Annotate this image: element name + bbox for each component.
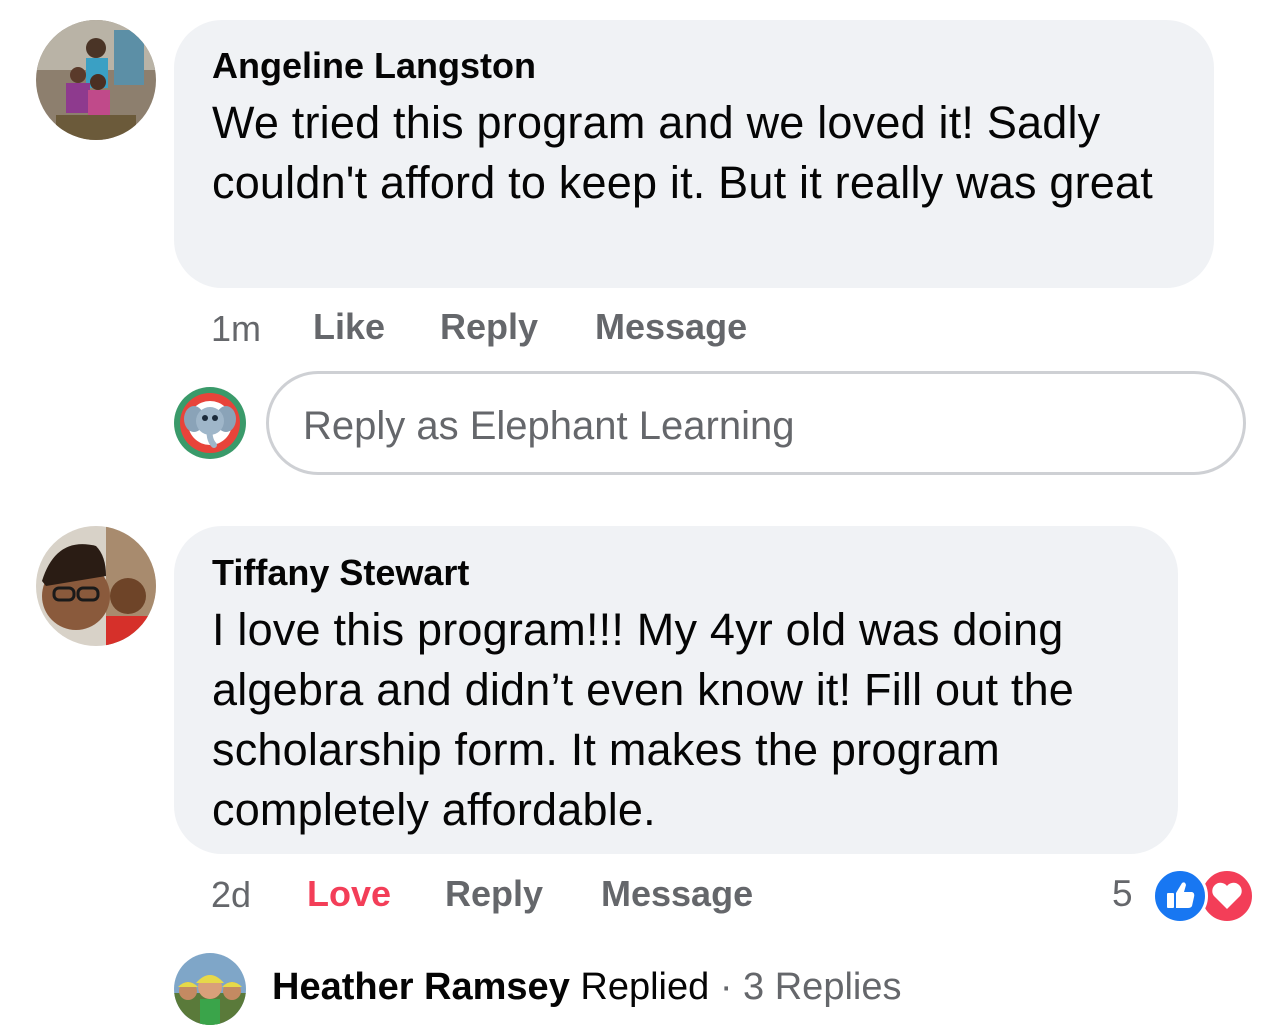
avatar-elephant-learning (174, 387, 246, 459)
love-button[interactable]: Love (307, 874, 391, 914)
like-button[interactable]: Like (313, 307, 385, 347)
message-button[interactable]: Message (601, 874, 753, 914)
reply-input-placeholder: Reply as Elephant Learning (303, 404, 795, 448)
thumbs-up-icon (1167, 882, 1195, 908)
avatar-photo (36, 20, 156, 140)
replies-count: 3 Replies (743, 966, 902, 1008)
reply-input[interactable]: Reply as Elephant Learning (266, 371, 1246, 475)
like-reaction-icon[interactable] (1152, 868, 1208, 924)
avatar-tiffany-stewart[interactable] (36, 526, 156, 646)
comment-timestamp[interactable]: 1m (211, 309, 261, 349)
reply-button[interactable]: Reply (445, 874, 543, 914)
avatar-angeline-langston[interactable] (36, 20, 156, 140)
avatar-heather-ramsey[interactable] (174, 953, 246, 1025)
view-replies-link[interactable]: Heather Ramsey Replied · 3 Replies (272, 966, 901, 1008)
reply-button[interactable]: Reply (440, 307, 538, 347)
replied-label: Replied (580, 966, 710, 1008)
comment-author[interactable]: Tiffany Stewart (212, 553, 469, 593)
avatar-photo (174, 953, 246, 1025)
comment-timestamp[interactable]: 2d (211, 875, 251, 915)
separator-dot: · (719, 966, 733, 1008)
avatar-photo (36, 526, 156, 646)
message-button[interactable]: Message (595, 307, 747, 347)
reaction-count[interactable]: 5 (1112, 874, 1133, 914)
replier-name: Heather Ramsey (272, 966, 570, 1008)
elephant-logo-icon (174, 387, 246, 459)
comment-text: I love this program!!! My 4yr old was do… (212, 604, 1075, 835)
comment-text: We tried this program and we loved it! S… (212, 97, 1153, 208)
comment-author[interactable]: Angeline Langston (212, 46, 536, 86)
heart-icon (1212, 882, 1242, 909)
